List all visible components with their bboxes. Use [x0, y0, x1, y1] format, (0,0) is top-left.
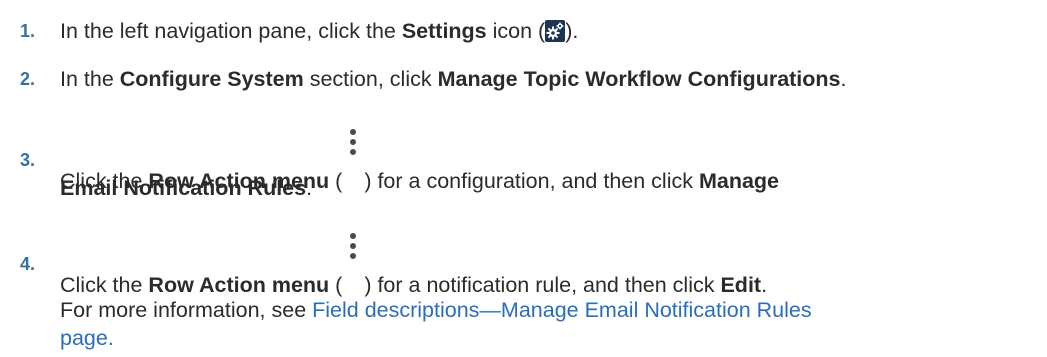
step-text-part: . [761, 273, 768, 297]
field-descriptions-link-continued[interactable]: page. [60, 326, 114, 350]
step-number: 4. [20, 254, 36, 274]
step-text: Click the Row Action menu ( ) for a noti… [60, 233, 768, 299]
step-text-line-2: Email Notification Rules. [60, 174, 312, 202]
step-text-part: . [840, 67, 847, 91]
step-text: In the left navigation pane, click the S… [60, 17, 578, 45]
kebab-menu-icon [342, 233, 364, 296]
more-info-line: For more information, see Field descript… [60, 296, 812, 324]
step-bold-row-action-menu: Row Action menu [148, 273, 330, 297]
step-text-part: ) for a notification rule, and then clic… [364, 273, 721, 297]
field-descriptions-link[interactable]: Field descriptions—Manage Email Notifica… [312, 298, 812, 322]
step-text-part: ) for a configuration, and then click [364, 169, 699, 193]
step-text-part: icon ( [486, 19, 546, 43]
step-bold-manage: Manage [698, 169, 780, 193]
step-text-part: ( [329, 273, 343, 297]
step-text-part: Click the [60, 273, 149, 297]
kebab-menu-icon [342, 129, 364, 192]
step-text-part: . [306, 176, 313, 200]
step-bold-manage-topic-workflow: Manage Topic Workflow Configurations [437, 67, 841, 91]
step-number: 3. [20, 150, 36, 170]
step-bold-email-notification-rules: Email Notification Rules [60, 176, 307, 200]
more-info-line-2: page. [60, 324, 114, 352]
settings-gear-icon [545, 20, 566, 42]
step-number: 1. [20, 21, 36, 41]
step-bold-edit: Edit [720, 273, 762, 297]
step-text-part: section, click [303, 67, 438, 91]
step-text-part: ). [565, 19, 579, 43]
step-number: 2. [20, 69, 36, 89]
step-text-part: In the left navigation pane, click the [60, 19, 402, 43]
step-text-part: ( [329, 169, 343, 193]
step-text-part: In the [60, 67, 120, 91]
more-info-text: For more information, see [60, 298, 313, 322]
step-bold-settings: Settings [401, 19, 487, 43]
step-bold-configure-system: Configure System [119, 67, 304, 91]
step-text: In the Configure System section, click M… [60, 65, 847, 93]
